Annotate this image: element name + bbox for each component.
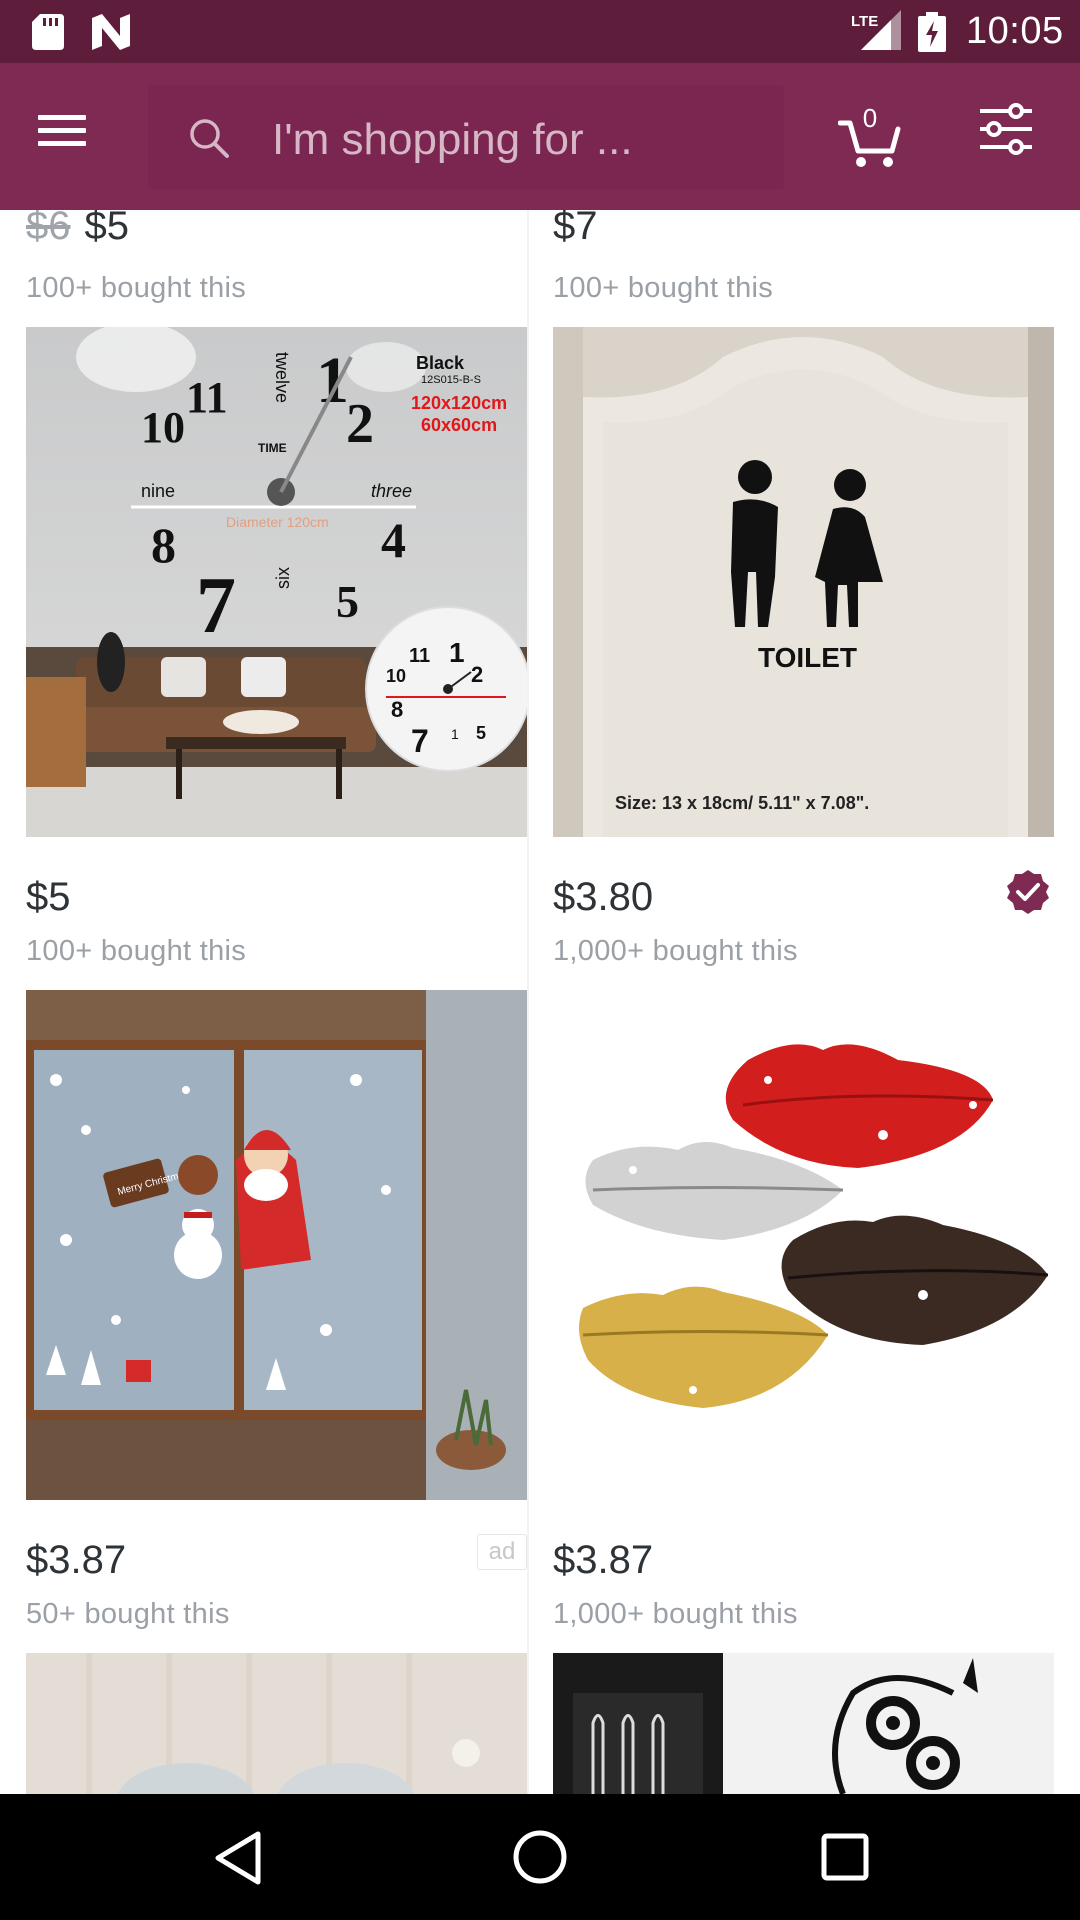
product-image-mirror-decor[interactable] xyxy=(26,1653,527,1794)
clock-text: Black xyxy=(416,353,465,373)
bought-count: 1,000+ bought this xyxy=(553,935,798,967)
svg-text:5: 5 xyxy=(476,723,486,743)
clock-text: TIME xyxy=(258,441,287,455)
product-price: $3.80 xyxy=(553,875,654,919)
product-card[interactable] xyxy=(553,1653,1054,1794)
product-card[interactable]: Merry Christmas $3.87 ad 50+ bought this xyxy=(26,990,527,1650)
clock-text: three xyxy=(371,481,412,501)
product-card[interactable] xyxy=(26,1653,527,1794)
clock: 10:05 xyxy=(966,10,1064,52)
clock-text: twelve xyxy=(272,352,292,403)
product-price: $3.87 xyxy=(553,1538,654,1582)
svg-text:2: 2 xyxy=(346,393,374,455)
sticker-text: Size: 13 x 18cm/ 5.11" x 7.08". xyxy=(615,793,869,813)
clock-text: 12S015-B-S xyxy=(421,374,481,386)
product-price: $5 xyxy=(26,875,71,919)
battery-charging-icon xyxy=(918,12,946,52)
product-card[interactable]: $3.87 1,000+ bought this xyxy=(553,990,1054,1650)
product-card[interactable]: TOILET Size: 13 x 18cm/ 5.11" x 7.08". $… xyxy=(553,327,1054,987)
svg-text:1: 1 xyxy=(451,726,459,742)
svg-text:11: 11 xyxy=(186,373,228,422)
svg-text:4: 4 xyxy=(381,512,406,568)
search-placeholder[interactable]: I'm shopping for ... xyxy=(272,115,633,165)
system-nav-bar xyxy=(0,1794,1080,1920)
svg-text:1: 1 xyxy=(449,637,465,668)
clock-text: six xyxy=(273,567,293,589)
sticker-text: TOILET xyxy=(758,642,857,673)
product-image-wall-clock[interactable]: 11 10 1 2 twelve TIME nine three Diamete… xyxy=(26,327,527,837)
product-image-toilet-sticker[interactable]: TOILET Size: 13 x 18cm/ 5.11" x 7.08". xyxy=(553,327,1054,837)
svg-text:10: 10 xyxy=(386,666,406,686)
bought-count: 100+ bought this xyxy=(26,935,247,967)
sd-card-icon xyxy=(32,14,64,50)
bought-count: 50+ bought this xyxy=(26,1598,230,1630)
search-icon xyxy=(190,119,229,158)
svg-text:10: 10 xyxy=(141,403,185,452)
home-icon[interactable] xyxy=(512,1829,568,1885)
clock-text: nine xyxy=(141,481,175,501)
bought-count: 100+ bought this xyxy=(26,272,247,304)
clock-text: 60x60cm xyxy=(421,415,497,435)
clock-text: Diameter 120cm xyxy=(226,514,329,530)
column-divider xyxy=(527,210,529,1794)
product-image-christmas-window[interactable]: Merry Christmas xyxy=(26,990,527,1500)
product-card[interactable]: $7 100+ bought this xyxy=(553,210,1054,310)
status-bar: LTE 10:05 xyxy=(0,0,1080,63)
svg-text:7: 7 xyxy=(196,562,236,650)
product-price: $7 xyxy=(553,210,598,248)
network-type-label: LTE xyxy=(851,13,878,30)
menu-icon[interactable] xyxy=(32,101,92,161)
recent-apps-icon[interactable] xyxy=(820,1832,870,1882)
ad-badge: ad xyxy=(477,1534,527,1570)
svg-text:7: 7 xyxy=(411,723,429,759)
cart-count-badge[interactable]: 0 xyxy=(860,103,880,134)
product-image-owl-sticker[interactable] xyxy=(553,1653,1054,1794)
product-feed[interactable]: $6 $5 100+ bought this $7 100+ bought thi… xyxy=(0,210,1080,1794)
svg-text:8: 8 xyxy=(151,517,176,573)
product-price: $3.87 xyxy=(26,1538,127,1582)
product-card[interactable]: $6 $5 100+ bought this xyxy=(26,210,527,310)
app-toolbar: I'm shopping for ... 0 xyxy=(0,63,1080,210)
svg-text:11: 11 xyxy=(409,645,430,667)
product-price: $6 $5 xyxy=(26,210,129,249)
clock-text: 120x120cm xyxy=(411,393,507,413)
bought-count: 100+ bought this xyxy=(553,272,774,304)
back-icon[interactable] xyxy=(212,1830,264,1886)
svg-text:1: 1 xyxy=(316,344,349,417)
product-card[interactable]: 11 10 1 2 twelve TIME nine three Diamete… xyxy=(26,327,527,987)
verified-badge-icon xyxy=(1007,870,1049,914)
lte-signal-icon: LTE xyxy=(851,10,901,50)
search-bar[interactable]: I'm shopping for ... xyxy=(148,85,784,189)
svg-text:8: 8 xyxy=(391,697,403,722)
original-price: $6 xyxy=(26,210,71,248)
filter-icon[interactable] xyxy=(978,101,1034,157)
product-image-lips-mirror[interactable] xyxy=(553,990,1054,1500)
svg-text:5: 5 xyxy=(336,576,359,627)
sale-price: $5 xyxy=(84,210,130,248)
svg-text:2: 2 xyxy=(471,662,483,687)
n-notification-icon xyxy=(92,14,130,50)
bought-count: 1,000+ bought this xyxy=(553,1598,798,1630)
